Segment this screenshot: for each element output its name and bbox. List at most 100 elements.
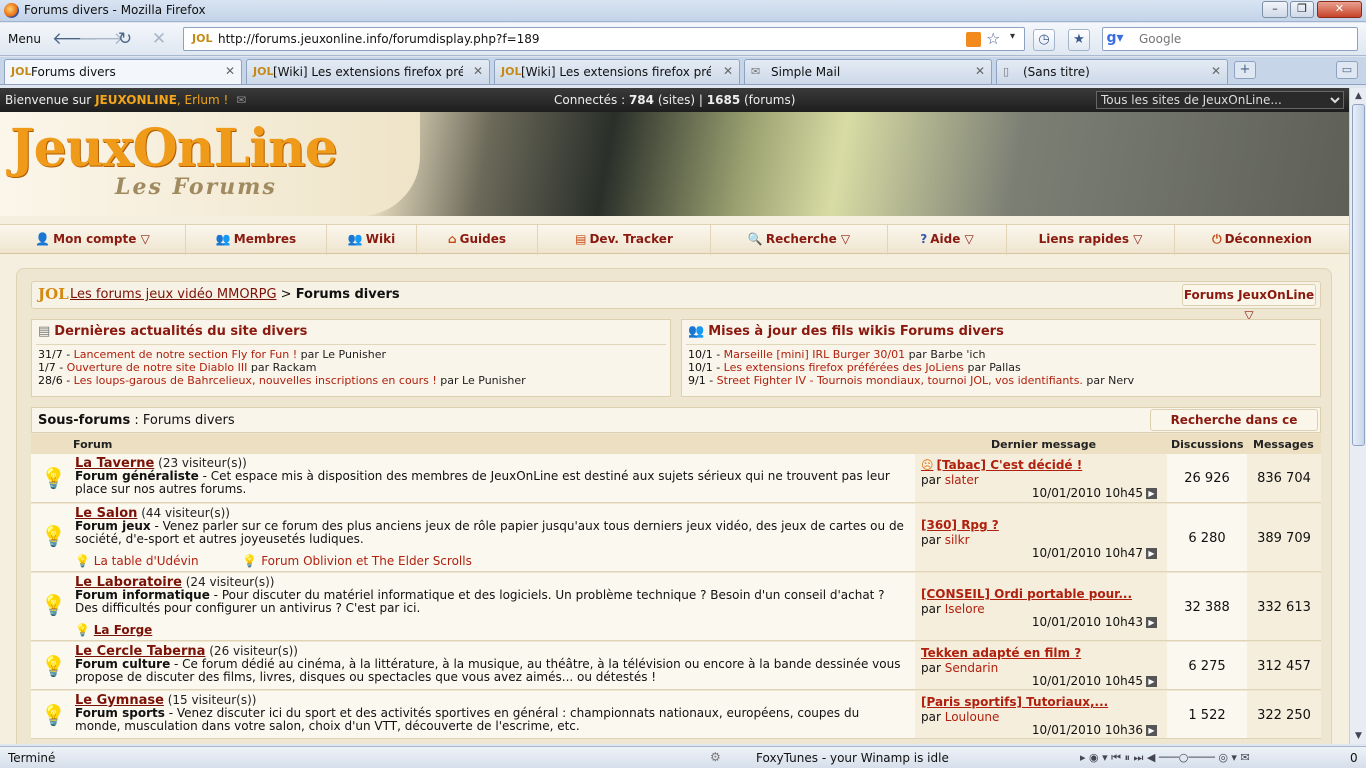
- welcome-prefix: Bienvenue sur: [5, 93, 96, 107]
- new-tab-plus-icon[interactable]: +: [1234, 61, 1256, 79]
- url-text[interactable]: http://forums.jeuxonline.info/forumdispl…: [218, 32, 540, 46]
- google-engine-icon[interactable]: g▾: [1105, 30, 1125, 50]
- wiki-author: par Pallas: [964, 361, 1021, 374]
- scrollbar-thumb[interactable]: [1352, 104, 1365, 446]
- search-in-forum-dropdown[interactable]: Recherche dans ce forum ▽: [1150, 409, 1318, 447]
- search-input[interactable]: [1139, 31, 1349, 47]
- forward-arrow-icon[interactable]: 🡒: [78, 28, 124, 50]
- tab-label: (Sans titre): [1023, 65, 1090, 79]
- last-topic-link[interactable]: [CONSEIL] Ordi portable pour...: [921, 587, 1132, 601]
- nav-mon-compte[interactable]: 👤 Mon compte ▽: [0, 225, 186, 255]
- list-all-tabs-icon[interactable]: ▭: [1336, 61, 1358, 79]
- wiki-updates-box: 👥 Mises à jour des fils wikis Forums dive…: [681, 319, 1321, 397]
- go-to-last-post-icon[interactable]: ▶: [1146, 725, 1157, 736]
- bookmark-star-icon[interactable]: ☆: [986, 29, 1000, 48]
- nav-label: Aide ▽: [930, 232, 974, 246]
- jol-brand-link[interactable]: JEUXONLINE: [95, 93, 177, 107]
- history-clock-icon[interactable]: ◷: [1033, 29, 1055, 51]
- nav-label: Recherche ▽: [765, 232, 851, 246]
- username[interactable]: , Erlum !: [177, 93, 228, 107]
- tab-sans-titre[interactable]: ▯ (Sans titre) ✕: [996, 59, 1228, 84]
- bookmarks-toolbar-icon[interactable]: ★: [1068, 29, 1090, 51]
- stop-icon[interactable]: ✕: [147, 28, 171, 50]
- go-to-last-post-icon[interactable]: ▶: [1146, 488, 1157, 499]
- last-poster-link[interactable]: silkr: [945, 533, 970, 547]
- reload-icon[interactable]: ↻: [113, 28, 137, 50]
- search-box[interactable]: g▾: [1102, 27, 1358, 51]
- last-date: 10/01/2010 10h47 ▶: [1032, 546, 1157, 560]
- jol-logo-icon[interactable]: JOL: [38, 285, 69, 303]
- tab-wiki-extensions-1[interactable]: JOL [Wiki] Les extensions firefox préfér…: [246, 59, 490, 84]
- wiki-item: 9/1 - Street Fighter IV - Tournois mondi…: [688, 374, 1134, 387]
- last-message-cell: Tekken adapté en film ? par Sendarin 10/…: [915, 642, 1167, 689]
- news-link[interactable]: Les loups-garous de Bahrcelieux, nouvell…: [74, 374, 437, 387]
- last-topic-link[interactable]: [360] Rpg ?: [921, 518, 999, 532]
- nav-recherche[interactable]: 🔍 Recherche ▽: [711, 225, 888, 255]
- maximize-button[interactable]: ❐: [1290, 1, 1314, 18]
- last-topic-link[interactable]: [Paris sportifs] Tutoriaux,...: [921, 695, 1108, 709]
- last-topic-link[interactable]: Tekken adapté en film ?: [921, 646, 1081, 660]
- discussions-count: 1 522: [1188, 708, 1226, 723]
- wiki-link[interactable]: Street Fighter IV - Tournois mondiaux, t…: [717, 374, 1083, 387]
- wiki-link[interactable]: Marseille [mini] IRL Burger 30/01: [724, 348, 905, 361]
- wiki-link[interactable]: Les extensions firefox préférées des JoL…: [724, 361, 964, 374]
- nav-liens-rapides[interactable]: Liens rapides ▽: [1007, 225, 1175, 255]
- last-poster-link[interactable]: Louloune: [945, 710, 1000, 724]
- tab-label: Simple Mail: [771, 65, 841, 79]
- scroll-down-arrow-icon[interactable]: ▼: [1351, 728, 1366, 744]
- go-to-last-post-icon[interactable]: ▶: [1146, 617, 1157, 628]
- scroll-up-arrow-icon[interactable]: ▲: [1351, 88, 1366, 104]
- logout-icon: ⏻: [1212, 232, 1222, 246]
- back-arrow-icon[interactable]: 🡐: [52, 28, 98, 50]
- nav-label: Guides: [459, 232, 506, 246]
- news-link[interactable]: Lancement de notre section Fly for Fun !: [74, 348, 297, 361]
- last-date-text: 10/01/2010 10h43: [1031, 615, 1143, 629]
- minimize-button[interactable]: –: [1262, 1, 1288, 18]
- nav-dev-tracker[interactable]: ▤ Dev. Tracker: [538, 225, 711, 255]
- nav-label: Membres: [233, 232, 297, 246]
- news-link[interactable]: Ouverture de notre site Diablo III: [67, 361, 248, 374]
- subforum-link[interactable]: Forum Oblivion et The Elder Scrolls: [261, 554, 472, 568]
- members-icon: 👥: [215, 232, 231, 246]
- url-dropdown-icon[interactable]: ▾: [1010, 31, 1015, 42]
- close-tab-icon[interactable]: ✕: [975, 64, 985, 78]
- tab-forums-divers[interactable]: JOL Forums divers ✕: [4, 59, 242, 84]
- menu-button[interactable]: Menu: [8, 32, 41, 46]
- last-poster-link[interactable]: Sendarin: [945, 661, 998, 675]
- nav-aide[interactable]: ? Aide ▽: [888, 225, 1007, 255]
- breadcrumb-parent-link[interactable]: Les forums jeux vidéo MMORPG: [70, 287, 277, 302]
- url-bar[interactable]: JOL http://forums.jeuxonline.info/forumd…: [183, 27, 1025, 51]
- rss-feed-icon[interactable]: [966, 32, 981, 47]
- go-to-last-post-icon[interactable]: ▶: [1146, 548, 1157, 559]
- close-tab-icon[interactable]: ✕: [225, 64, 235, 78]
- player-controls[interactable]: ▸ ◉ ▾ ⏮ ⏸ ⏭ ◀ ───○──── ◎ ▾ ✉: [1080, 751, 1250, 765]
- logo-area[interactable]: JeuxOnLine Les Forums: [0, 112, 420, 216]
- sites-select[interactable]: Tous les sites de JeuxOnLine...: [1096, 91, 1344, 109]
- nav-membres[interactable]: 👥 Membres: [186, 225, 327, 255]
- last-poster-link[interactable]: Iselore: [945, 602, 985, 616]
- nav-deconnexion[interactable]: ⏻ Déconnexion: [1175, 225, 1349, 255]
- close-tab-icon[interactable]: ✕: [723, 64, 733, 78]
- jeuxonline-logo[interactable]: JeuxOnLine: [10, 118, 338, 179]
- page-scrollbar[interactable]: ▲ ▼: [1349, 88, 1366, 744]
- go-to-last-post-icon[interactable]: ▶: [1146, 676, 1157, 687]
- last-topic-link[interactable]: ☹ [Tabac] C'est décidé !: [921, 458, 1082, 472]
- mail-envelope-icon[interactable]: ✉: [236, 93, 246, 107]
- subforum-link[interactable]: La table d'Udévin: [94, 554, 199, 568]
- last-topic-title[interactable]: [Tabac] C'est décidé !: [937, 458, 1083, 472]
- forum-visitors: (24 visiteur(s)): [181, 575, 275, 589]
- close-tab-icon[interactable]: ✕: [1211, 64, 1221, 78]
- tab-simple-mail[interactable]: ✉ Simple Mail ✕: [744, 59, 992, 84]
- small-bulb-icon: 💡: [75, 623, 90, 637]
- by-label: par: [921, 602, 945, 616]
- last-poster-link[interactable]: slater: [945, 473, 979, 487]
- subforum-link[interactable]: La Forge: [94, 623, 153, 637]
- nav-wiki[interactable]: 👥 Wiki: [327, 225, 417, 255]
- close-window-button[interactable]: ✕: [1317, 1, 1362, 18]
- wiki-icon: 👥: [347, 232, 363, 246]
- close-tab-icon[interactable]: ✕: [473, 64, 483, 78]
- foxytunes-icon[interactable]: ⚙: [710, 750, 721, 764]
- forums-jeuxonline-dropdown[interactable]: Forums JeuxOnLine ▽: [1182, 284, 1316, 322]
- tab-wiki-extensions-2[interactable]: JOL [Wiki] Les extensions firefox préfér…: [494, 59, 740, 84]
- nav-guides[interactable]: ⌂ Guides: [417, 225, 538, 255]
